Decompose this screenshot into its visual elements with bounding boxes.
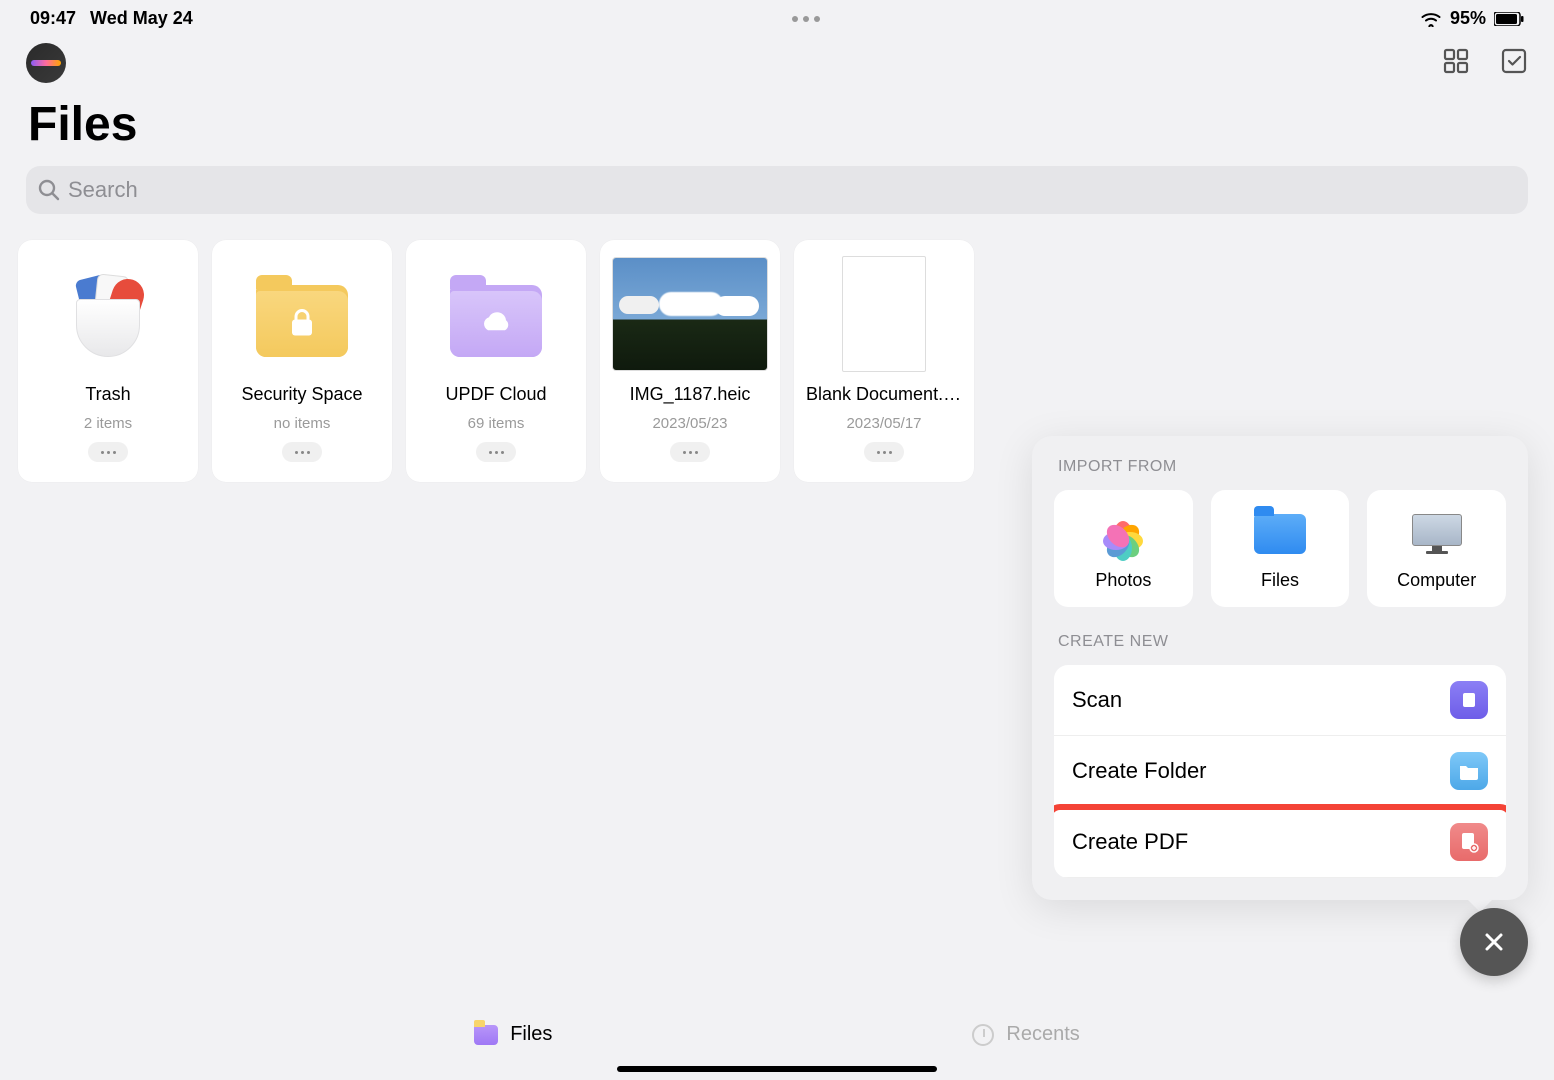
avatar[interactable] (26, 43, 66, 83)
import-label: Computer (1397, 570, 1476, 591)
battery-icon (1494, 12, 1524, 26)
bottom-tabs: Files Recents (0, 1023, 1554, 1046)
tab-label: Files (510, 1023, 552, 1046)
battery-percent: 95% (1450, 8, 1486, 29)
file-name: Blank Document.pdf (806, 384, 962, 405)
create-scan[interactable]: Scan (1054, 665, 1506, 736)
create-label: Create PDF (1072, 829, 1188, 855)
status-bar: 09:47 Wed May 24 95% (0, 0, 1554, 33)
status-time: 09:47 (30, 8, 76, 29)
close-button[interactable] (1460, 908, 1528, 976)
computer-icon (1407, 508, 1467, 560)
file-more-button[interactable] (88, 442, 128, 462)
photos-icon (1093, 508, 1153, 560)
file-more-button[interactable] (670, 442, 710, 462)
import-photos[interactable]: Photos (1054, 490, 1193, 607)
file-name: Trash (85, 384, 130, 405)
tab-files[interactable]: Files (474, 1023, 552, 1046)
import-files[interactable]: Files (1211, 490, 1350, 607)
tab-label: Recents (1006, 1023, 1079, 1046)
file-more-button[interactable] (864, 442, 904, 462)
trash-icon (30, 256, 186, 372)
folder-lock-icon (224, 256, 380, 372)
file-updf-cloud[interactable]: UPDF Cloud 69 items (406, 240, 586, 482)
tab-recents[interactable]: Recents (972, 1023, 1079, 1046)
image-thumbnail (612, 256, 768, 372)
import-section-title: IMPORT FROM (1054, 458, 1506, 476)
create-section-title: CREATE NEW (1054, 633, 1506, 651)
select-icon[interactable] (1500, 47, 1528, 80)
scan-icon (1450, 681, 1488, 719)
file-meta: no items (274, 415, 331, 432)
file-more-button[interactable] (476, 442, 516, 462)
create-folder[interactable]: Create Folder (1054, 736, 1506, 807)
multitask-dots[interactable] (792, 16, 820, 22)
add-popup: IMPORT FROM Photos Files (1032, 436, 1528, 900)
import-label: Photos (1095, 570, 1151, 591)
grid-view-icon[interactable] (1442, 47, 1470, 80)
file-image[interactable]: IMG_1187.heic 2023/05/23 (600, 240, 780, 482)
file-meta: 2023/05/17 (846, 415, 921, 432)
search-input[interactable] (68, 177, 1516, 203)
close-icon (1480, 928, 1508, 956)
status-date: Wed May 24 (90, 8, 193, 29)
file-trash[interactable]: Trash 2 items (18, 240, 198, 482)
folder-cloud-icon (418, 256, 574, 372)
create-label: Scan (1072, 687, 1122, 713)
file-more-button[interactable] (282, 442, 322, 462)
file-blank-doc[interactable]: Blank Document.pdf 2023/05/17 (794, 240, 974, 482)
recents-tab-icon (972, 1024, 994, 1046)
files-icon (1250, 508, 1310, 560)
file-meta: 2 items (84, 415, 132, 432)
search-bar[interactable] (26, 166, 1528, 214)
folder-icon (1450, 752, 1488, 790)
file-meta: 69 items (468, 415, 525, 432)
file-name: UPDF Cloud (445, 384, 546, 405)
home-indicator[interactable] (617, 1066, 937, 1072)
search-icon (38, 179, 60, 201)
files-tab-icon (474, 1025, 498, 1045)
page-title: Files (0, 83, 1554, 166)
import-label: Files (1261, 570, 1299, 591)
file-security-space[interactable]: Security Space no items (212, 240, 392, 482)
create-label: Create Folder (1072, 758, 1207, 784)
file-meta: 2023/05/23 (652, 415, 727, 432)
file-name: Security Space (241, 384, 362, 405)
import-computer[interactable]: Computer (1367, 490, 1506, 607)
file-name: IMG_1187.heic (630, 384, 751, 405)
wifi-icon (1420, 11, 1442, 27)
create-pdf[interactable]: Create PDF (1054, 807, 1506, 878)
pdf-icon (1450, 823, 1488, 861)
document-icon (806, 256, 962, 372)
